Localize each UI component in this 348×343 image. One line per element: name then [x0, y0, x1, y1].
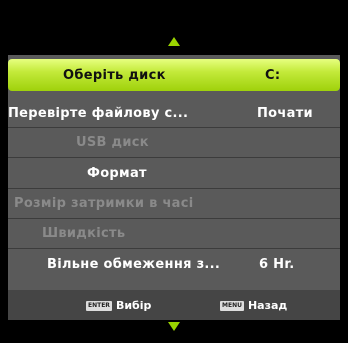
check-filesystem-row[interactable]: Перевірте файлову с... Почати — [8, 99, 340, 128]
scroll-down-icon[interactable] — [168, 322, 180, 331]
usb-disk-label: USB диск — [76, 135, 149, 150]
scroll-up-icon[interactable] — [168, 37, 180, 46]
free-limit-row[interactable]: Вільне обмеження з... 6 Hr. — [8, 249, 340, 279]
select-hint-label: Вибір — [115, 299, 152, 312]
select-hint: ENTER Вибір — [86, 299, 151, 312]
usb-disk-row: USB диск — [8, 128, 340, 158]
select-disk-label: Оберіть диск — [63, 67, 166, 83]
select-disk-row[interactable]: Оберіть диск C: — [8, 59, 340, 91]
back-hint-label: Назад — [247, 299, 288, 312]
check-filesystem-value: Почати — [257, 105, 313, 121]
select-disk-value: C: — [265, 67, 281, 83]
delay-size-row: Розмір затримки в часі — [8, 189, 340, 219]
check-filesystem-label: Перевірте файлову с... — [8, 105, 189, 121]
menu-key-icon: MENU — [220, 300, 244, 311]
settings-menu-panel: Оберіть диск C: Перевірте файлову с... П… — [8, 55, 340, 320]
free-limit-label: Вільне обмеження з... — [47, 256, 221, 272]
enter-key-icon: ENTER — [86, 300, 112, 311]
speed-row: Швидкість — [8, 219, 340, 249]
format-label: Формат — [87, 165, 147, 181]
free-limit-value: 6 Hr. — [259, 256, 295, 272]
speed-label: Швидкість — [42, 226, 126, 241]
delay-size-label: Розмір затримки в часі — [14, 196, 194, 211]
footer-hint-bar: ENTER Вибір MENU Назад — [8, 290, 340, 320]
format-row[interactable]: Формат — [8, 158, 340, 189]
back-hint: MENU Назад — [220, 299, 287, 312]
